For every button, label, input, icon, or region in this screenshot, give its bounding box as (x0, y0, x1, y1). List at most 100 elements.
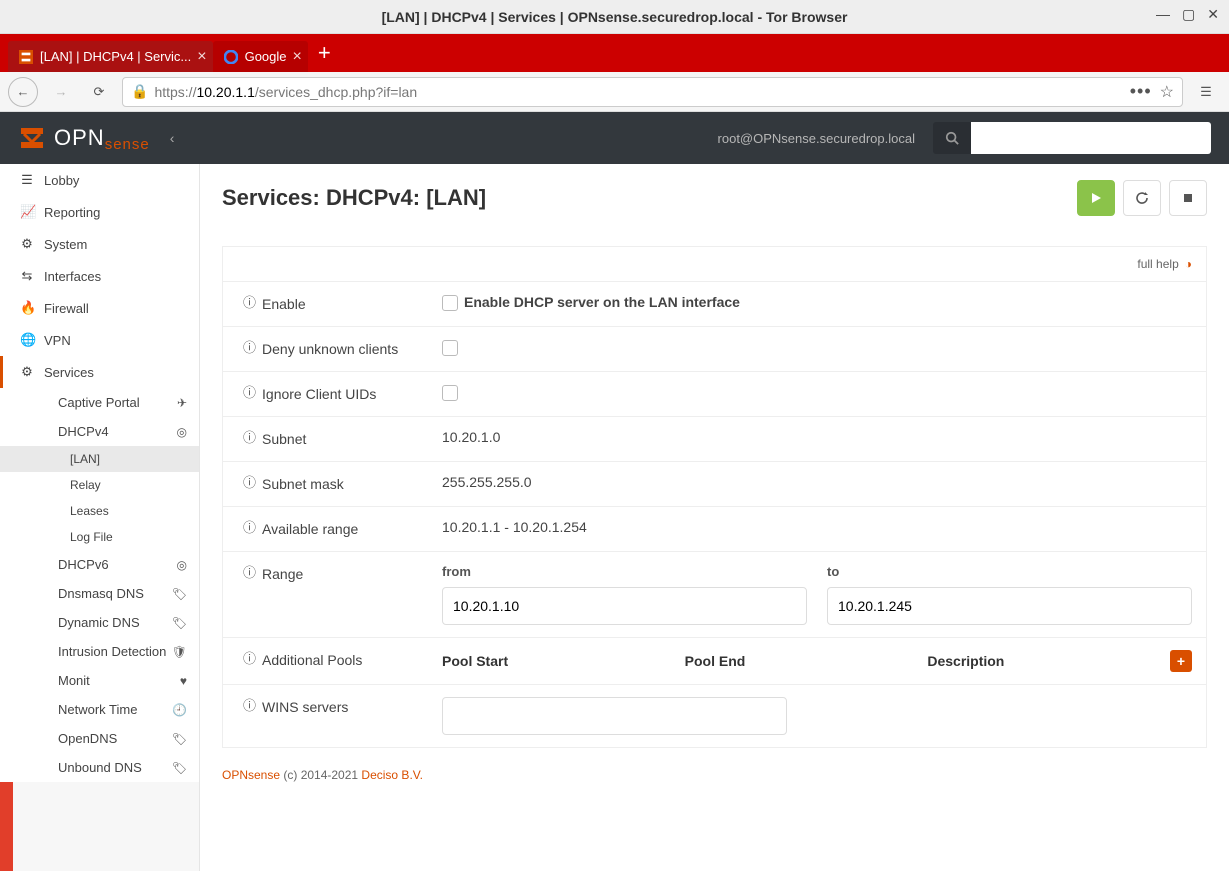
sidebar-sub-label: Network Time (58, 702, 137, 717)
service-stop-button[interactable] (1169, 180, 1207, 216)
full-help-label[interactable]: full help (1137, 257, 1178, 271)
info-icon[interactable]: ⓘ (243, 652, 256, 665)
info-icon[interactable]: ⓘ (243, 296, 256, 309)
sidebar-item-reporting[interactable]: 📈Reporting (0, 196, 199, 228)
search-input[interactable] (971, 122, 1211, 154)
search-button[interactable] (933, 122, 971, 154)
lock-icon: 🔒 (131, 83, 148, 100)
globe-icon: 🌐 (20, 332, 34, 348)
info-icon[interactable]: ⓘ (243, 341, 256, 354)
logo[interactable]: OPNsense (18, 124, 150, 152)
row-range: ⓘRange from to (223, 552, 1206, 638)
close-icon[interactable]: ✕ (1207, 6, 1219, 23)
sidebar-label: System (44, 237, 87, 252)
browser-tab[interactable]: Google × (213, 41, 308, 72)
browser-menu-button[interactable]: ☰ (1191, 77, 1221, 107)
avail-value: 10.20.1.1 - 10.20.1.254 (428, 507, 1206, 551)
row-deny: ⓘ Deny unknown clients (223, 327, 1206, 372)
sidebar-item-ids[interactable]: Intrusion Detection🛡 (0, 637, 199, 666)
sidebar-sub-label: Unbound DNS (58, 760, 142, 775)
target-icon: ◎ (177, 558, 187, 572)
checkbox[interactable] (442, 295, 458, 311)
footer: OPNsense (c) 2014-2021 Deciso B.V. (200, 756, 1229, 812)
sidebar-item-dnsmasq[interactable]: Dnsmasq DNS🏷 (0, 579, 199, 608)
enable-checkbox-wrap[interactable]: Enable DHCP server on the LAN interface (442, 294, 740, 310)
add-pool-button[interactable]: + (1170, 650, 1192, 672)
refresh-icon (1135, 191, 1149, 205)
info-icon[interactable]: ⓘ (243, 566, 256, 579)
page-actions-icon[interactable]: ••• (1130, 81, 1152, 102)
new-tab-button[interactable]: + (318, 40, 331, 72)
sidebar-item-dyndns[interactable]: Dynamic DNS🏷 (0, 608, 199, 637)
row-label: Available range (262, 521, 358, 537)
logo-text-2: sense (105, 136, 150, 153)
footer-copyright: (c) 2014-2021 (280, 768, 361, 782)
sidebar-item-dhcpv4-relay[interactable]: Relay (0, 472, 199, 498)
sidebar-item-interfaces[interactable]: ⇆Interfaces (0, 260, 199, 292)
sidebar-sub-label: Monit (58, 673, 90, 688)
list-icon: ☰ (20, 172, 34, 188)
info-icon[interactable]: ⓘ (243, 699, 256, 712)
checkbox[interactable] (442, 385, 458, 401)
sidebar-item-firewall[interactable]: 🔥Firewall (0, 292, 199, 324)
sidebar-toggle-icon[interactable]: ‹ (170, 130, 175, 146)
sidebar-item-dhcpv4-lan[interactable]: [LAN] (0, 446, 199, 472)
sidebar: ☰Lobby 📈Reporting ⚙ System ⇆Interfaces 🔥F… (0, 164, 200, 871)
service-restart-button[interactable] (1123, 180, 1161, 216)
plug-icon: ⇆ (20, 268, 34, 284)
pool-desc-header: Description (927, 653, 1150, 669)
back-button[interactable]: ← (8, 77, 38, 107)
sidebar-sub-label: Dynamic DNS (58, 615, 140, 630)
sidebar-label: Firewall (44, 301, 89, 316)
tab-close-icon[interactable]: × (293, 48, 302, 66)
row-enable: ⓘEnable Enable DHCP server on the LAN in… (223, 282, 1206, 327)
tab-close-icon[interactable]: × (197, 48, 206, 66)
os-titlebar: [LAN] | DHCPv4 | Services | OPNsense.sec… (0, 0, 1229, 34)
info-icon[interactable]: ⓘ (243, 431, 256, 444)
help-toggle-icon[interactable]: ◑ (1185, 257, 1192, 271)
wins-input[interactable] (442, 697, 787, 735)
row-available-range: ⓘ Available range 10.20.1.1 - 10.20.1.254 (223, 507, 1206, 552)
footer-vendor-link[interactable]: Deciso B.V. (361, 768, 423, 782)
sidebar-item-system[interactable]: ⚙ System (0, 228, 199, 260)
row-label: Deny unknown clients (262, 341, 398, 357)
range-from-header: from (442, 564, 807, 579)
tags-icon: 🏷 (172, 587, 187, 601)
tab-label: [LAN] | DHCPv4 | Servic... (40, 49, 191, 64)
range-to-header: to (827, 564, 1192, 579)
url-bar[interactable]: 🔒 https://10.20.1.1/services_dhcp.php?if… (122, 77, 1183, 107)
enable-text: Enable DHCP server on the LAN interface (464, 294, 740, 310)
sidebar-item-dhcpv4-leases[interactable]: Leases (0, 498, 199, 524)
forward-button[interactable]: → (46, 77, 76, 107)
info-icon[interactable]: ⓘ (243, 521, 256, 534)
checkbox[interactable] (442, 340, 458, 356)
sidebar-item-dhcpv4-log[interactable]: Log File (0, 524, 199, 550)
sidebar-item-vpn[interactable]: 🌐VPN (0, 324, 199, 356)
sidebar-item-lobby[interactable]: ☰Lobby (0, 164, 199, 196)
info-icon[interactable]: ⓘ (243, 386, 256, 399)
reload-button[interactable]: ⟳ (84, 77, 114, 107)
sidebar-item-opendns[interactable]: OpenDNS🏷 (0, 724, 199, 753)
sidebar-sub-label: Intrusion Detection (58, 644, 166, 659)
sidebar-item-dhcpv4[interactable]: DHCPv4◎ (0, 417, 199, 446)
row-wins: ⓘWINS servers (223, 685, 1206, 747)
app-header: OPNsense ‹ root@OPNsense.securedrop.loca… (0, 112, 1229, 164)
sidebar-item-unbound[interactable]: Unbound DNS🏷 (0, 753, 199, 782)
range-to-input[interactable] (827, 587, 1192, 625)
service-start-button[interactable] (1077, 180, 1115, 216)
sidebar-item-dhcpv6[interactable]: DHCPv6◎ (0, 550, 199, 579)
minimize-icon[interactable]: — (1156, 6, 1170, 23)
browser-tab-active[interactable]: [LAN] | DHCPv4 | Servic... × (8, 41, 213, 72)
maximize-icon[interactable]: ▢ (1182, 6, 1195, 23)
sidebar-item-services[interactable]: ⚙Services (0, 356, 199, 388)
gears-icon: ⚙ (20, 236, 34, 252)
row-mask: ⓘSubnet mask 255.255.255.0 (223, 462, 1206, 507)
footer-brand-link[interactable]: OPNsense (222, 768, 280, 782)
info-icon[interactable]: ⓘ (243, 476, 256, 489)
sidebar-item-captive-portal[interactable]: Captive Portal✈ (0, 388, 199, 417)
sidebar-item-monit[interactable]: Monit♥ (0, 666, 199, 695)
sidebar-item-ntp[interactable]: Network Time🕘 (0, 695, 199, 724)
bookmark-icon[interactable]: ☆ (1160, 82, 1174, 102)
range-from-input[interactable] (442, 587, 807, 625)
user-label[interactable]: root@OPNsense.securedrop.local (718, 131, 915, 146)
